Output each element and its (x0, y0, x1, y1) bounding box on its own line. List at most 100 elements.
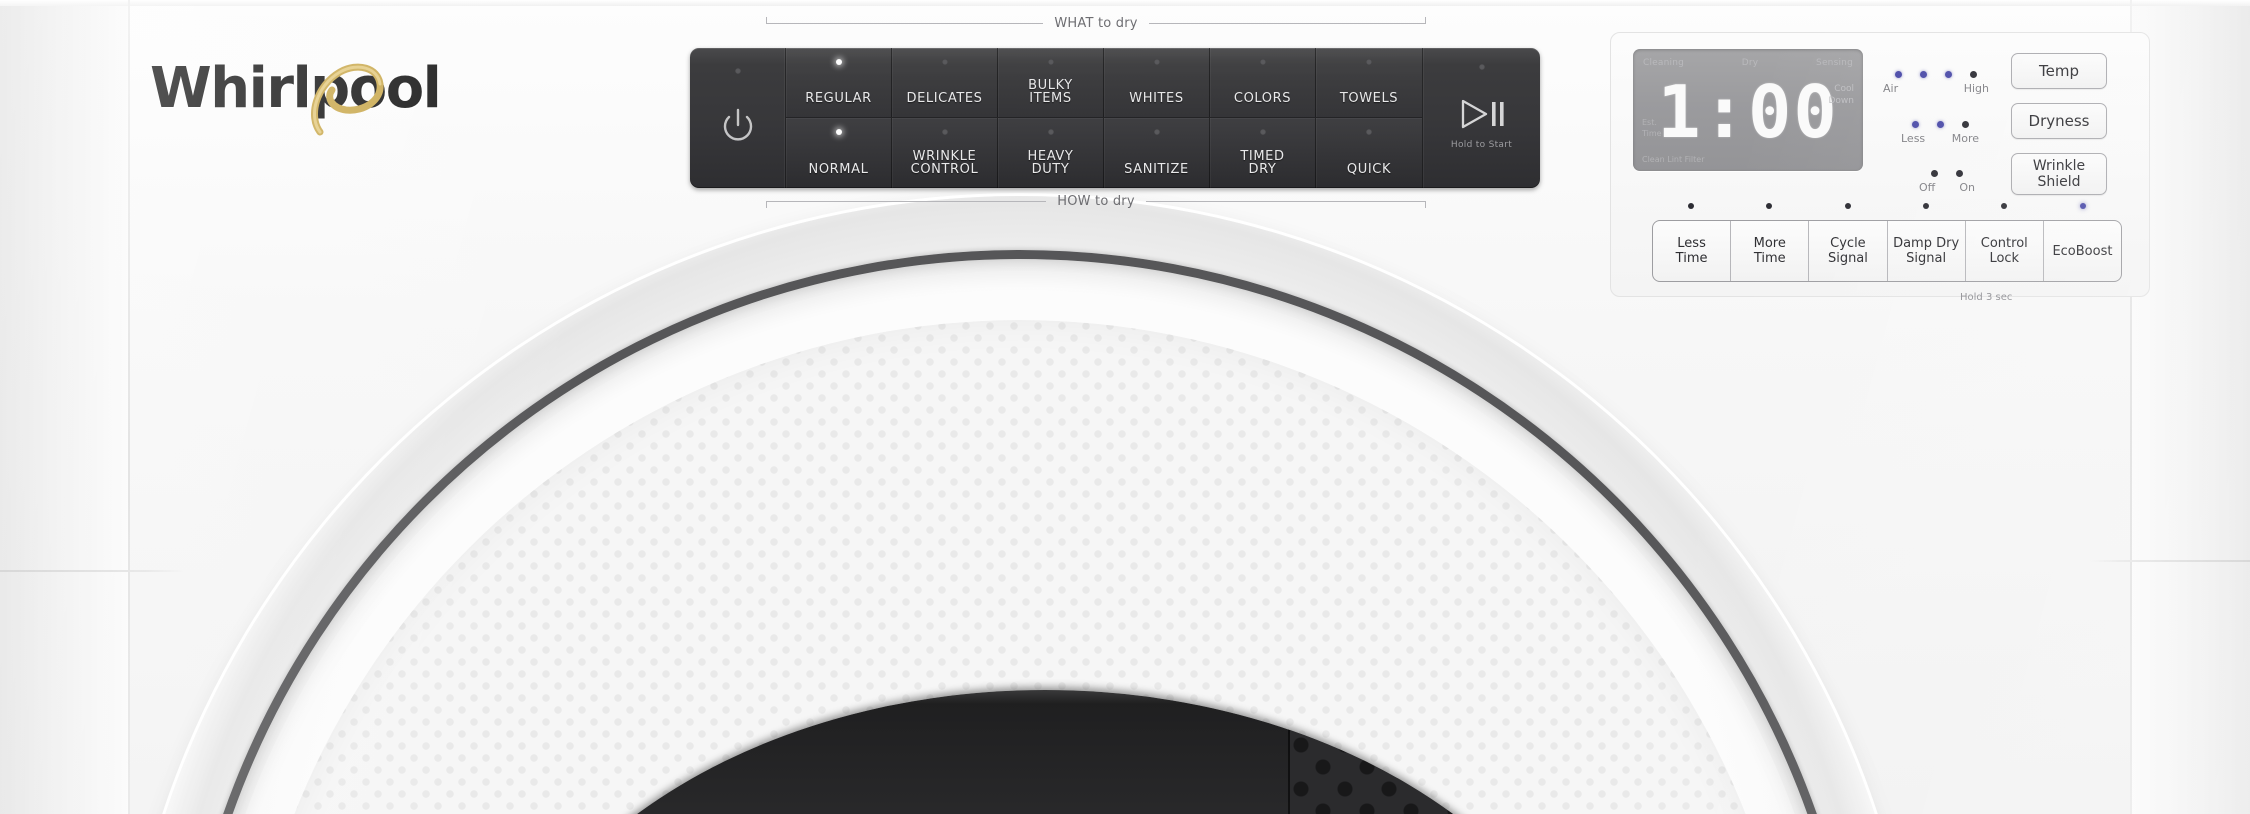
wrinkle-shield-button[interactable]: Wrinkle Shield (2011, 153, 2107, 195)
lcd-cool-line1: Cool (1834, 84, 1854, 94)
cycle-led-whites (1153, 59, 1160, 65)
wrinkle-shield-label-off: Off (1919, 181, 1936, 194)
wrinkle-shield-label-on: On (1959, 181, 1975, 194)
lcd-cool-down-label: Cool Down (1828, 83, 1854, 107)
bracket-how-to-dry: HOW to dry (766, 190, 1427, 212)
temp-dot-4 (1970, 71, 1977, 78)
temp-indicator-group: Air High (1883, 71, 1989, 95)
bracket-label: WHAT to dry (1054, 15, 1138, 31)
bracket-rule-left (766, 16, 1044, 24)
cycle-led-towels (1366, 59, 1372, 65)
bracket-label: HOW to dry (1057, 193, 1135, 209)
cabinet-top-edge (0, 0, 2250, 6)
wrinkle-shield-dot-on (1956, 170, 1963, 177)
option-led-damp-dry-signal (1923, 203, 1930, 209)
wrinkle-shield-indicator-labels: Off On (1919, 181, 1975, 194)
bracket-what-to-dry: WHAT to dry (766, 12, 1427, 34)
dryness-label-more: More (1951, 132, 1979, 145)
cycle-label: TIMED DRY (1240, 149, 1285, 177)
drum-baffle-perforations (1290, 690, 1620, 814)
cycle-led-heavy-duty (1047, 129, 1054, 135)
dryer-front-panel: Whirlpool WHAT to dry HOW to dry REGULAR… (0, 0, 2250, 814)
bracket-rule-right (1148, 16, 1427, 24)
start-pause-button[interactable]: Hold to Start (1422, 48, 1540, 188)
cycle-button-regular[interactable]: REGULAR (786, 48, 892, 118)
dryness-button[interactable]: Dryness (2011, 103, 2107, 139)
lcd-display: Cleaning Dry Sensing Est. Time 1:00 Cool… (1633, 49, 1863, 171)
cycle-label: WHITES (1129, 91, 1184, 106)
start-pause-sublabel: Hold to Start (1450, 139, 1513, 150)
temp-button[interactable]: Temp (2011, 53, 2107, 89)
option-led-slot-less-time (1652, 203, 1730, 213)
dryness-dot-3 (1961, 121, 1969, 128)
option-led-cycle-signal (1844, 203, 1851, 209)
option-button-cycle-signal[interactable]: Cycle Signal (1809, 221, 1888, 281)
dryness-dot-1 (1911, 121, 1919, 128)
cycle-led-wrinkle-control (941, 129, 948, 135)
brand-wordmark: Whirlpool (150, 56, 442, 121)
start-pause-led (1478, 64, 1485, 70)
temp-dot-1 (1895, 71, 1902, 78)
wrinkle-shield-indicator-group: Off On (1919, 170, 1975, 194)
drum-baffle-seam (1288, 690, 1290, 814)
cycle-button-timed-dry[interactable]: TIMED DRY (1210, 118, 1316, 188)
lcd-status-cleaning: Cleaning (1643, 58, 1685, 68)
cycle-led-timed-dry (1259, 129, 1266, 135)
option-led-slot-more-time (1730, 203, 1808, 213)
lcd-status-dry: Dry (1741, 58, 1759, 68)
temp-dot-2 (1920, 71, 1927, 78)
power-button[interactable] (690, 48, 786, 188)
cabinet-seam-left (0, 570, 185, 572)
temp-label-high: High (1963, 82, 1989, 95)
option-button-more-time[interactable]: More Time (1731, 221, 1810, 281)
option-button-less-time[interactable]: Less Time (1653, 221, 1732, 281)
cycle-button-normal[interactable]: NORMAL (786, 118, 892, 188)
cycle-label: TOWELS (1339, 91, 1399, 106)
cabinet-seam-left-vertical (128, 0, 130, 814)
wrinkle-shield-indicator-dots (1919, 170, 1975, 177)
dryness-indicator-labels: Less More (1901, 132, 1979, 145)
cabinet-left-shading (0, 0, 130, 814)
option-led-slot-cycle-signal (1809, 203, 1887, 213)
lcd-status-row: Cleaning Dry Sensing (1643, 58, 1853, 68)
cycle-button-colors[interactable]: COLORS (1210, 48, 1316, 118)
option-led-slot-ecoboost (2044, 203, 2122, 213)
cabinet-seam-right (2090, 560, 2250, 562)
option-led-less-time (1688, 203, 1695, 209)
dryness-indicator-dots (1901, 121, 1979, 128)
brand-logo: Whirlpool (150, 48, 480, 140)
cycle-label: QUICK (1346, 162, 1392, 177)
option-led-ecoboost (2079, 203, 2086, 209)
cycle-button-delicates[interactable]: DELICATES (892, 48, 998, 118)
cycle-button-wrinkle-control[interactable]: WRINKLE CONTROL (892, 118, 998, 188)
cycle-led-regular (835, 59, 842, 65)
cycle-label: WRINKLE CONTROL (910, 149, 979, 177)
temp-indicator-labels: Air High (1883, 82, 1989, 95)
option-button-control-lock[interactable]: Control Lock (1966, 221, 2044, 281)
bracket-rule-right (1145, 200, 1427, 208)
option-led-slot-control-lock (1965, 203, 2043, 213)
power-led (734, 68, 741, 74)
cycle-button-bulky-items[interactable]: BULKY ITEMS (998, 48, 1104, 118)
lcd-cool-line2: Down (1828, 96, 1854, 106)
cycle-button-sanitize[interactable]: SANITIZE (1104, 118, 1210, 188)
cycle-led-normal (835, 129, 842, 135)
option-led-control-lock (2001, 203, 2008, 209)
cycle-button-quick[interactable]: QUICK (1316, 118, 1422, 188)
power-icon (723, 108, 752, 141)
lcd-lint-filter-label: Clean Lint Filter (1642, 155, 1705, 164)
hold-3-sec-note: Hold 3 sec (1960, 292, 2013, 303)
cycle-selector-module: REGULAR DELICATES BULKY ITEMS WHITES COL… (690, 48, 1540, 188)
option-button-damp-dry-signal[interactable]: Damp Dry Signal (1888, 221, 1966, 281)
cycle-label: COLORS (1233, 91, 1292, 106)
cycle-button-whites[interactable]: WHITES (1104, 48, 1210, 118)
temp-dot-3 (1945, 71, 1952, 78)
play-pause-icon (1461, 99, 1504, 128)
temp-label-air: Air (1883, 82, 1899, 95)
option-button-ecoboost[interactable]: EcoBoost (2044, 221, 2121, 281)
option-led-slot-damp-dry-signal (1887, 203, 1965, 213)
wrinkle-shield-dot-off (1931, 170, 1938, 177)
cycle-button-heavy-duty[interactable]: HEAVY DUTY (998, 118, 1104, 188)
cycle-button-towels[interactable]: TOWELS (1316, 48, 1422, 118)
option-button-bar: Less Time More Time Cycle Signal Damp Dr… (1652, 220, 2122, 282)
